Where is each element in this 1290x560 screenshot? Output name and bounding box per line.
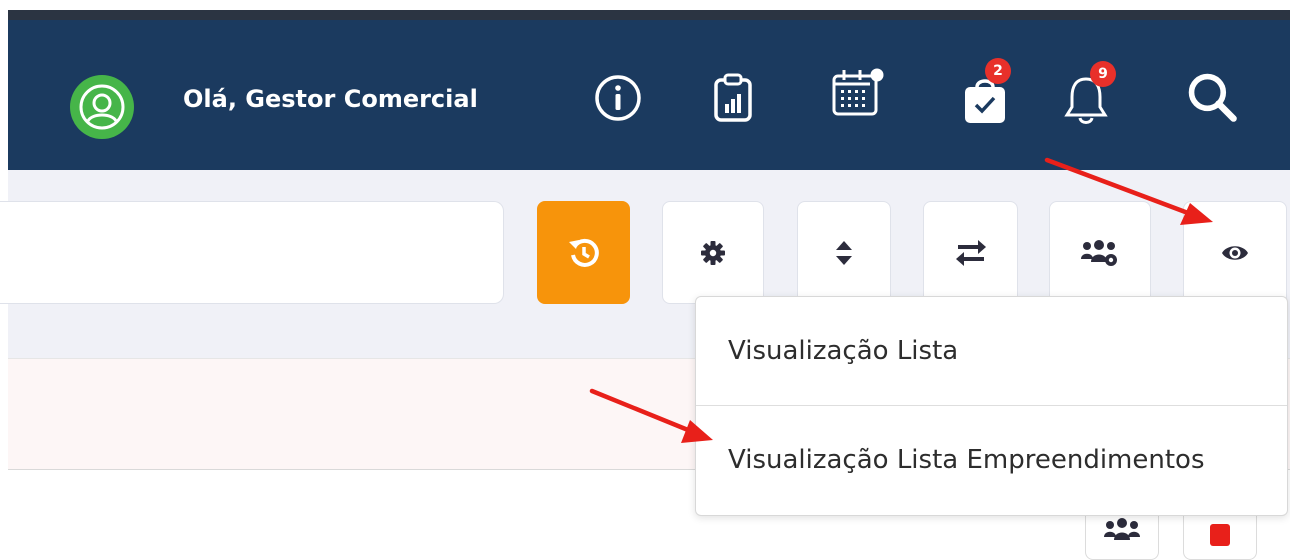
arrow-to-menu-item xyxy=(589,388,713,443)
annotation-arrows xyxy=(589,157,1213,443)
arrow-to-eye-button xyxy=(1044,157,1213,225)
